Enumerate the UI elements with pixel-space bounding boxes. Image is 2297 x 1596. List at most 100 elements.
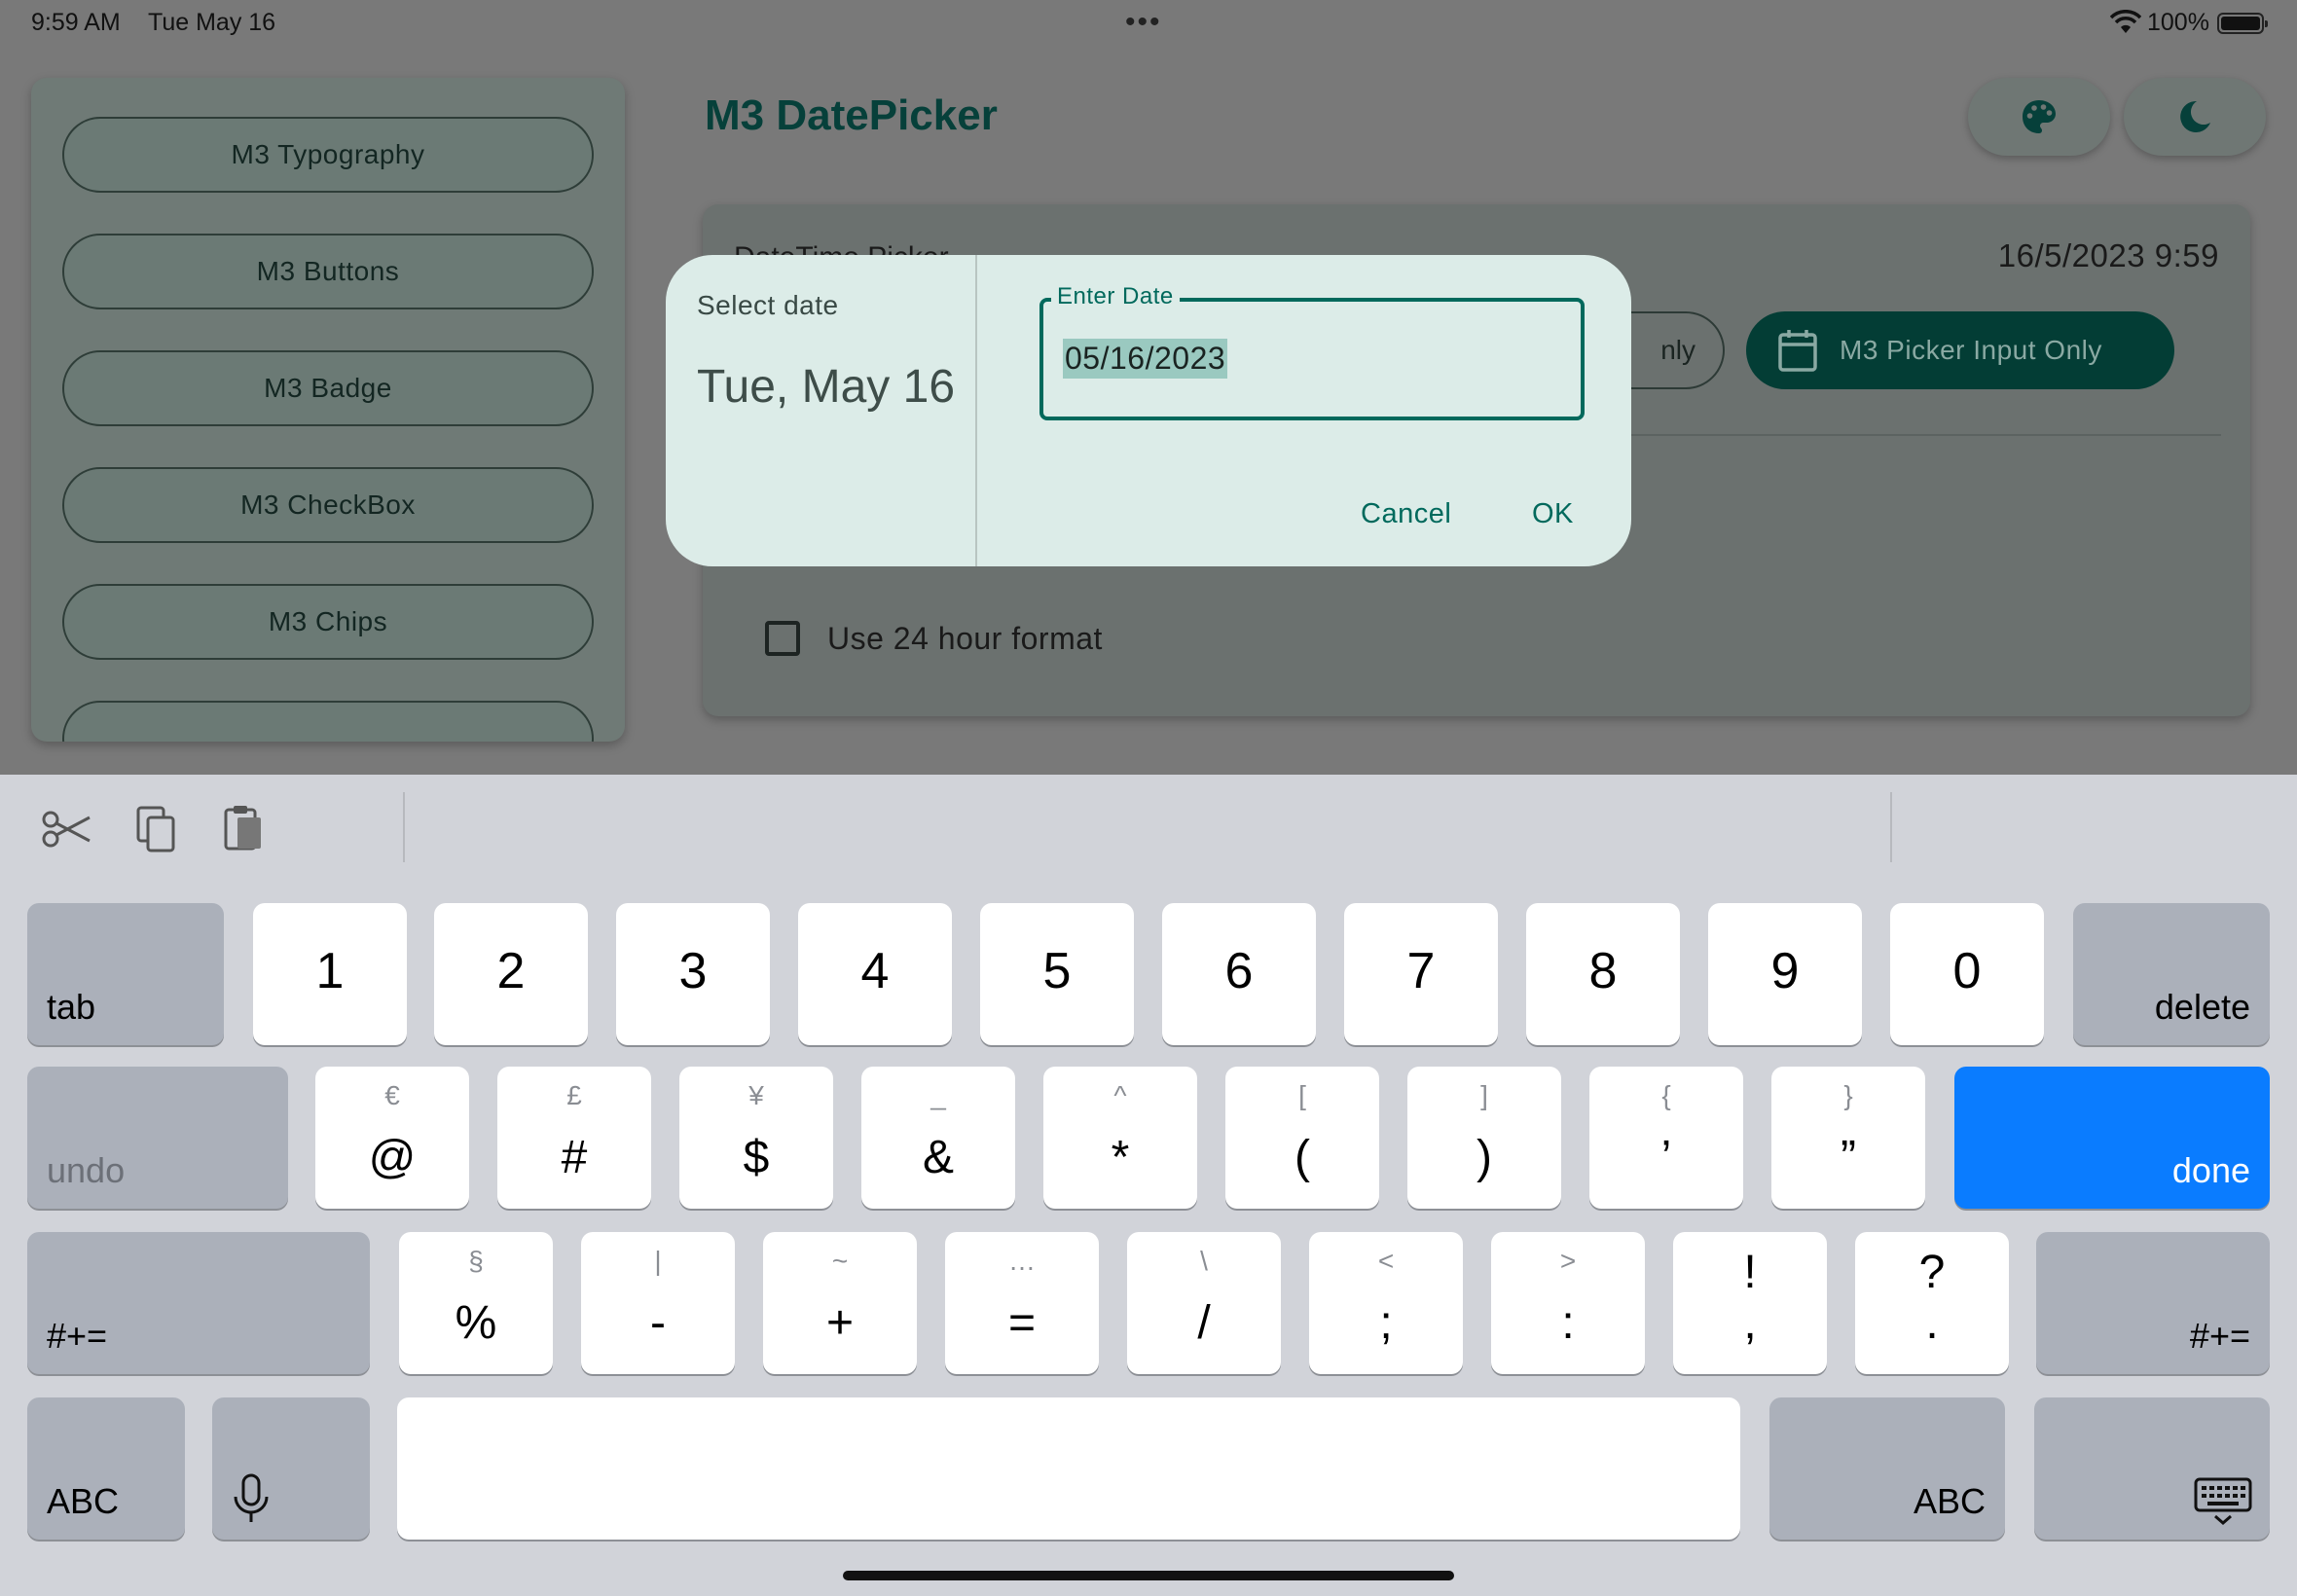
symbols-key-right[interactable]: #+= <box>2036 1232 2270 1374</box>
key-open-paren-alt: [ <box>1298 1080 1306 1110</box>
tab-key[interactable]: tab <box>27 903 224 1045</box>
key-9[interactable]: 9 <box>1708 903 1862 1045</box>
sidebar-item-typography[interactable]: M3 Typography <box>62 117 594 193</box>
status-date: Tue May 16 <box>148 9 276 36</box>
key-4-label: 4 <box>860 943 890 999</box>
multitasking-dots[interactable]: ••• <box>1125 6 1162 39</box>
key-7[interactable]: 7 <box>1344 903 1498 1045</box>
dark-mode-moon-icon <box>2180 100 2210 132</box>
key-slash[interactable]: \ / <box>1127 1232 1281 1374</box>
theme-toggle-button[interactable] <box>2124 78 2266 156</box>
key-apostrophe[interactable]: {’ <box>1589 1067 1743 1209</box>
key-equals-alt: … <box>1008 1246 1036 1276</box>
undo-key-label: undo <box>47 1150 126 1190</box>
key-minus-label: - <box>650 1297 666 1349</box>
status-time: 9:59 AM <box>31 9 121 36</box>
key-0[interactable]: 0 <box>1890 903 2044 1045</box>
key-6[interactable]: 6 <box>1162 903 1316 1045</box>
key-colon[interactable]: >: <box>1491 1232 1645 1374</box>
undo-key[interactable]: undo <box>27 1067 288 1209</box>
key-at[interactable]: € @ <box>315 1067 469 1209</box>
key-semicolon[interactable]: <; <box>1309 1232 1463 1374</box>
key-plus[interactable]: ~ + <box>763 1232 917 1374</box>
key-3[interactable]: 3 <box>616 903 770 1045</box>
symbols-key-right-label: #+= <box>2189 1316 2250 1356</box>
tab-key-label: tab <box>47 987 96 1027</box>
enter-date-label: Enter Date <box>1051 283 1180 310</box>
toolbar-separator <box>403 792 405 862</box>
enter-date-value[interactable]: 05/16/2023 <box>1063 339 1228 379</box>
sidebar-item-badge[interactable]: M3 Badge <box>62 350 594 426</box>
key-minus[interactable]: | - <box>581 1232 735 1374</box>
key-ampersand[interactable]: _ & <box>861 1067 1015 1209</box>
key-dollar-alt: ¥ <box>748 1080 764 1110</box>
copy-icon[interactable] <box>128 802 183 856</box>
battery-percentage: 100% <box>2147 9 2209 36</box>
done-key[interactable]: done <box>1954 1067 2270 1209</box>
space-bar[interactable] <box>397 1397 1740 1540</box>
key-hash-alt: £ <box>566 1080 582 1110</box>
key-hash-label: # <box>561 1132 588 1183</box>
key-period-label: . <box>1925 1297 1939 1349</box>
key-comma[interactable]: !, <box>1673 1232 1827 1374</box>
key-minus-alt: | <box>654 1246 662 1276</box>
use-24-hour-checkbox[interactable] <box>765 621 800 656</box>
selected-datetime: 16/5/2023 9:59 <box>1997 237 2219 273</box>
key-equals[interactable]: … = <box>945 1232 1099 1374</box>
palette-button[interactable] <box>1968 78 2110 156</box>
key-5[interactable]: 5 <box>980 903 1134 1045</box>
dictation-key[interactable] <box>212 1397 370 1540</box>
on-screen-keyboard: tab 1 2 3 4 5 6 7 8 9 0 delete undo € @ £… <box>0 775 2297 1596</box>
use-24-hour-label: Use 24 hour format <box>827 621 1103 656</box>
key-asterisk-alt: ^ <box>1113 1080 1127 1110</box>
home-indicator[interactable] <box>843 1571 1454 1580</box>
key-4[interactable]: 4 <box>798 903 952 1045</box>
abc-key-left[interactable]: ABC <box>27 1397 185 1540</box>
key-0-label: 0 <box>1952 943 1982 999</box>
ok-button[interactable]: OK <box>1532 498 1574 530</box>
sidebar-item-checkbox[interactable]: M3 CheckBox <box>62 467 594 543</box>
battery-icon <box>2217 13 2268 34</box>
key-comma-label: , <box>1743 1297 1757 1349</box>
key-8-label: 8 <box>1588 943 1618 999</box>
key-asterisk[interactable]: ^ * <box>1043 1067 1197 1209</box>
enter-date-field[interactable]: Enter Date 05/16/2023 <box>1039 283 1585 420</box>
key-open-paren-label: ( <box>1294 1132 1310 1183</box>
status-bar: 9:59 AM Tue May 16 ••• 100% <box>0 0 2297 47</box>
m3-picker-input-only-button[interactable]: M3 Picker Input Only <box>1746 311 2174 389</box>
key-close-paren-alt: ] <box>1480 1080 1488 1110</box>
sidebar-item-partial[interactable] <box>62 701 594 742</box>
picker-button-partial-label: nly <box>1660 335 1695 365</box>
key-period[interactable]: ?. <box>1855 1232 2009 1374</box>
sidebar-item-chips[interactable]: M3 Chips <box>62 584 594 660</box>
key-quote-label: ” <box>1841 1132 1856 1183</box>
delete-key[interactable]: delete <box>2073 903 2270 1045</box>
key-dollar[interactable]: ¥ $ <box>679 1067 833 1209</box>
key-percent-alt: § <box>468 1246 484 1276</box>
key-2[interactable]: 2 <box>434 903 588 1045</box>
key-1[interactable]: 1 <box>253 903 407 1045</box>
microphone-icon <box>234 1473 269 1522</box>
key-percent[interactable]: §% <box>399 1232 553 1374</box>
key-colon-label: : <box>1561 1297 1575 1349</box>
key-comma-alt: ! <box>1743 1247 1757 1298</box>
abc-key-right[interactable]: ABC <box>1769 1397 2005 1540</box>
key-2-label: 2 <box>496 943 526 999</box>
key-8[interactable]: 8 <box>1526 903 1680 1045</box>
cancel-button[interactable]: Cancel <box>1361 498 1451 530</box>
key-hash[interactable]: £ # <box>497 1067 651 1209</box>
key-open-paren[interactable]: [( <box>1225 1067 1379 1209</box>
key-1-label: 1 <box>315 943 345 999</box>
sidebar: M3 Typography M3 Buttons M3 Badge M3 Che… <box>31 78 625 742</box>
key-slash-label: / <box>1197 1297 1211 1349</box>
key-plus-alt: ~ <box>831 1246 849 1276</box>
key-semicolon-label: ; <box>1379 1297 1393 1349</box>
dialog-header: Select date Tue, May 16 <box>666 255 977 566</box>
key-quote[interactable]: }” <box>1771 1067 1925 1209</box>
symbols-key-left[interactable]: #+= <box>27 1232 370 1374</box>
sidebar-item-buttons[interactable]: M3 Buttons <box>62 234 594 309</box>
cut-icon[interactable] <box>39 802 93 856</box>
dismiss-keyboard-key[interactable] <box>2034 1397 2270 1540</box>
key-close-paren[interactable]: ]) <box>1407 1067 1561 1209</box>
paste-icon[interactable] <box>216 802 271 856</box>
